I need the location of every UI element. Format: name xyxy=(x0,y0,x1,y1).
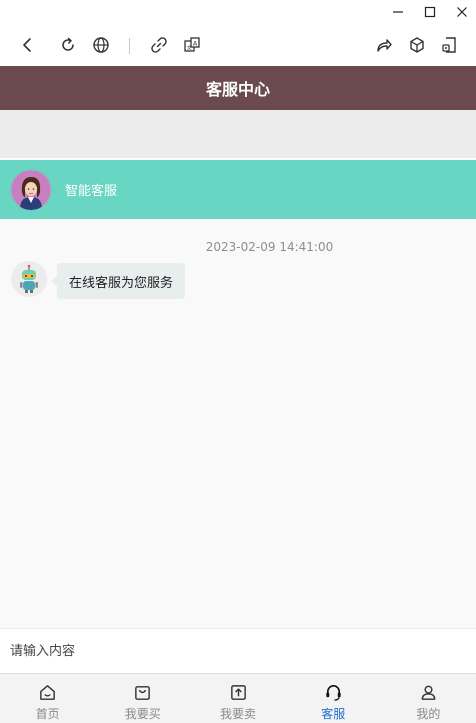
share-icon[interactable] xyxy=(373,34,395,56)
link-icon[interactable] xyxy=(148,34,170,56)
back-icon[interactable] xyxy=(17,34,39,56)
upload-icon xyxy=(228,682,248,702)
user-icon xyxy=(418,682,438,702)
chat-area: 2023-02-09 14:41:00 在线客服为您服务 xyxy=(0,219,476,628)
home-icon xyxy=(38,682,58,702)
agent-avatar xyxy=(11,170,51,210)
shopping-bag-icon xyxy=(133,682,153,702)
extension-icon[interactable] xyxy=(439,34,461,56)
message-bubble: 在线客服为您服务 xyxy=(50,263,186,299)
nav-label-profile: 我的 xyxy=(416,707,441,721)
toolbar-divider xyxy=(129,38,130,54)
nav-label-home: 首页 xyxy=(35,707,60,721)
svg-text:文: 文 xyxy=(187,45,192,52)
page-title: 客服中心 xyxy=(205,80,270,99)
browser-toolbar: A文 xyxy=(0,24,476,66)
headset-icon xyxy=(323,682,343,702)
maximize-icon[interactable] xyxy=(412,0,448,24)
window-title-bar xyxy=(0,0,476,24)
agent-name: 智能客服 xyxy=(65,184,118,199)
agent-bar: 智能客服 xyxy=(0,160,476,219)
reload-icon[interactable] xyxy=(57,34,79,56)
header-spacer xyxy=(0,110,476,158)
bottom-nav: 首页 我要买 我要卖 客服 我的 xyxy=(0,673,476,723)
page-header: 客服中心 xyxy=(0,66,476,110)
nav-label-service: 客服 xyxy=(321,707,346,721)
globe-icon[interactable] xyxy=(90,34,112,56)
nav-item-profile[interactable]: 我的 xyxy=(381,674,476,723)
translate-icon[interactable]: A文 xyxy=(181,34,203,56)
message-input-bar xyxy=(0,628,476,673)
message-input[interactable] xyxy=(10,637,466,665)
nav-label-sell: 我要卖 xyxy=(220,707,257,721)
cube-icon[interactable] xyxy=(406,34,428,56)
minimize-icon[interactable] xyxy=(380,0,416,24)
bot-avatar xyxy=(11,261,47,297)
nav-item-sell[interactable]: 我要卖 xyxy=(190,674,285,723)
nav-item-service[interactable]: 客服 xyxy=(286,674,381,723)
nav-item-home[interactable]: 首页 xyxy=(0,674,95,723)
close-icon[interactable] xyxy=(444,0,476,24)
message-timestamp: 2023-02-09 14:41:00 xyxy=(205,240,334,254)
nav-item-buy[interactable]: 我要买 xyxy=(95,674,190,723)
nav-label-buy: 我要买 xyxy=(124,707,161,721)
